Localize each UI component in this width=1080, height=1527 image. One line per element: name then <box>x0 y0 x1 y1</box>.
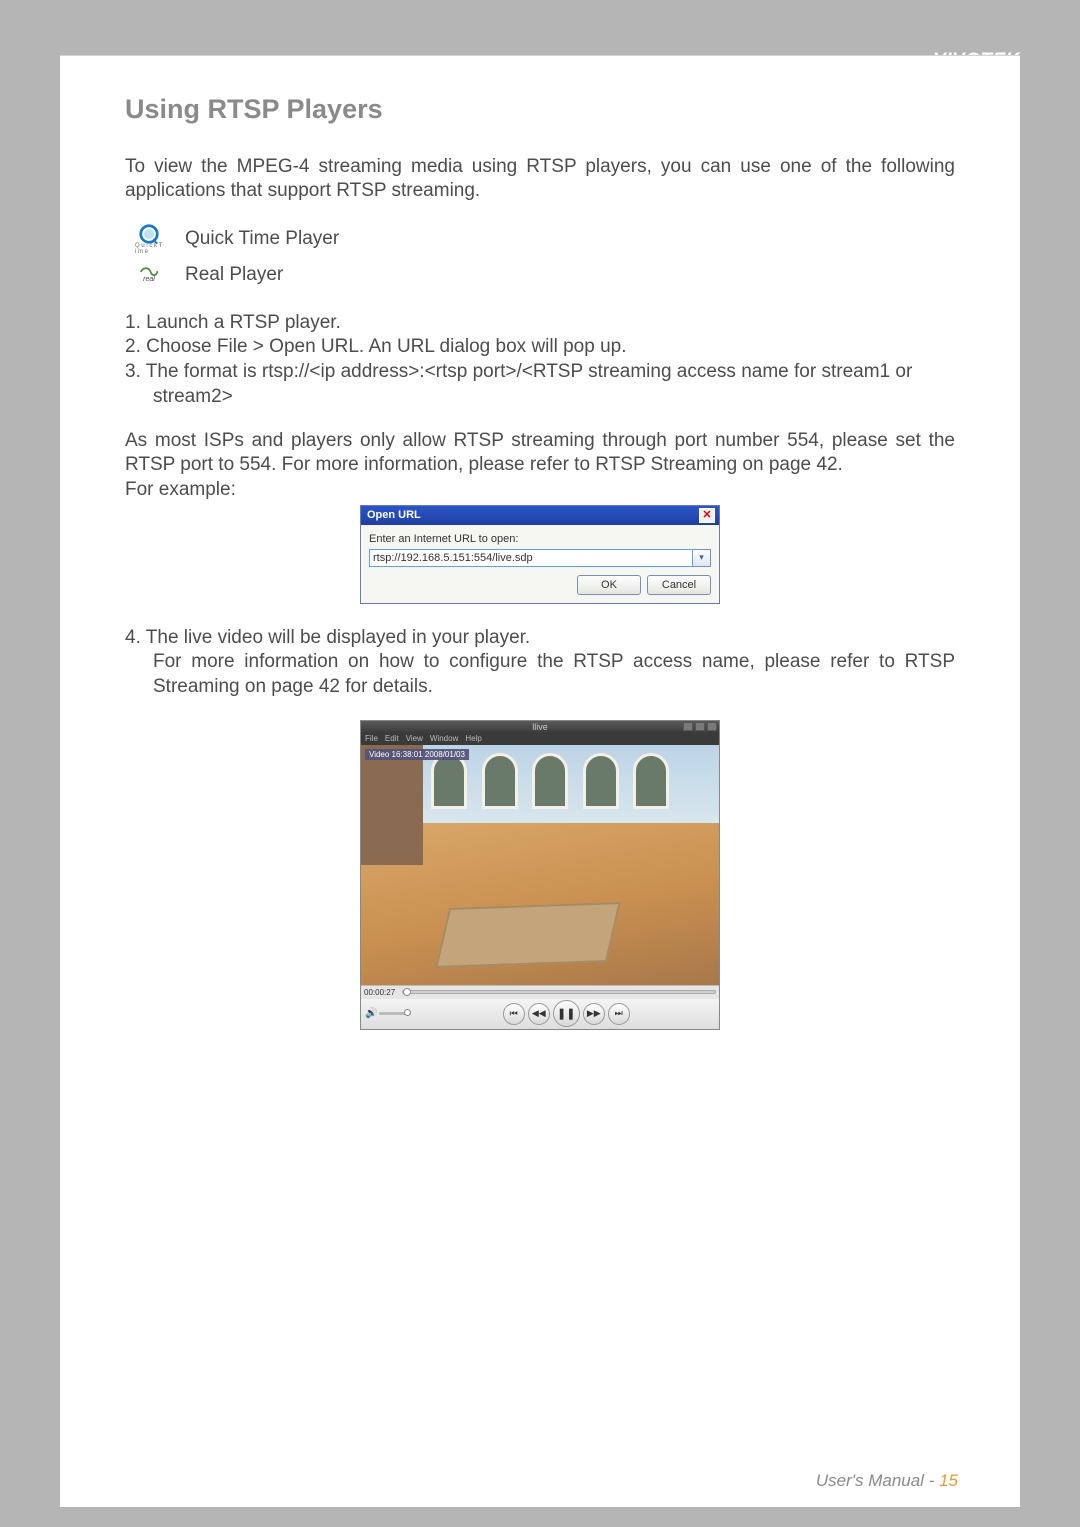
player-rewind-button[interactable]: ◀◀ <box>528 1003 550 1025</box>
app-realplayer-label: Real Player <box>185 264 283 286</box>
skip-back-icon: ⏮ <box>510 1008 518 1019</box>
player-menu-view[interactable]: View <box>406 734 423 743</box>
port-paragraph: As most ISPs and players only allow RTSP… <box>125 429 955 477</box>
open-url-dropdown-button[interactable]: ▾ <box>693 549 711 567</box>
player-menu-help[interactable]: Help <box>465 734 481 743</box>
footer-page-number: 15 <box>939 1471 958 1490</box>
player-menubar: File Edit View Window Help <box>361 733 719 745</box>
steps-list-2: 4. The live video will be displayed in y… <box>125 626 955 700</box>
page-content: Using RTSP Players To view the MPEG-4 st… <box>60 55 1020 1507</box>
page-footer: User's Manual - 15 <box>816 1471 958 1491</box>
open-url-cancel-button[interactable]: Cancel <box>647 575 711 595</box>
open-url-dialog: Open URL ✕ Enter an Internet URL to open… <box>360 505 720 604</box>
player-titlebar: llive <box>361 721 719 733</box>
skip-forward-icon: ⏭ <box>615 1008 623 1019</box>
player-next-button[interactable]: ⏭ <box>608 1003 630 1025</box>
player-window-controls <box>683 722 717 731</box>
player-minimize-button[interactable] <box>683 722 693 731</box>
volume-slider[interactable] <box>379 1012 411 1015</box>
player-menu-window[interactable]: Window <box>430 734 458 743</box>
player-seek-knob[interactable] <box>403 988 411 996</box>
app-realplayer: real Real Player <box>135 257 955 293</box>
quicktime-icon: Q u i c k T i m e <box>135 225 163 253</box>
player-close-button[interactable] <box>707 722 717 731</box>
player-seekbar: 00:00:27 <box>361 985 719 999</box>
for-example-label: For example: <box>125 479 955 501</box>
player-video-area: Video 16:38:01 2008/01/03 <box>361 745 719 985</box>
player-video-overlay: Video 16:38:01 2008/01/03 <box>365 749 469 760</box>
app-list: Q u i c k T i m e Quick Time Player real… <box>135 221 955 293</box>
open-url-prompt: Enter an Internet URL to open: <box>369 533 711 545</box>
player-prev-button[interactable]: ⏮ <box>503 1003 525 1025</box>
page-heading: Using RTSP Players <box>125 94 955 125</box>
player-pause-button[interactable]: ❚❚ <box>553 1000 580 1027</box>
intro-paragraph: To view the MPEG-4 streaming media using… <box>125 155 955 203</box>
chevron-down-icon: ▾ <box>699 552 704 563</box>
quicktime-icon-caption: Q u i c k T i m e <box>135 243 163 255</box>
step-4: 4. The live video will be displayed in y… <box>125 626 955 651</box>
open-url-titlebar: Open URL ✕ <box>361 506 719 525</box>
rewind-icon: ◀◀ <box>532 1008 546 1019</box>
footer-label: User's Manual - <box>816 1471 939 1490</box>
app-quicktime: Q u i c k T i m e Quick Time Player <box>135 221 955 257</box>
open-url-title-text: Open URL <box>367 509 421 521</box>
realplayer-icon-caption: real <box>143 276 155 283</box>
player-title-text: llive <box>532 722 548 732</box>
volume-icon: 🔊 <box>365 1008 377 1019</box>
open-url-input[interactable] <box>369 549 693 567</box>
open-url-close-button[interactable]: ✕ <box>699 508 715 523</box>
player-forward-button[interactable]: ▶▶ <box>583 1003 605 1025</box>
player-controls: 🔊 ⏮ ◀◀ ❚❚ ▶▶ ⏭ <box>361 999 719 1029</box>
close-icon: ✕ <box>702 510 711 521</box>
forward-icon: ▶▶ <box>587 1008 601 1019</box>
player-menu-file[interactable]: File <box>365 734 378 743</box>
player-maximize-button[interactable] <box>695 722 705 731</box>
player-menu-edit[interactable]: Edit <box>385 734 399 743</box>
app-quicktime-label: Quick Time Player <box>185 228 339 250</box>
volume-knob[interactable] <box>404 1009 411 1016</box>
open-url-ok-button[interactable]: OK <box>577 575 641 595</box>
step-2: 2. Choose File > Open URL. An URL dialog… <box>125 335 955 360</box>
steps-list-1: 1. Launch a RTSP player. 2. Choose File … <box>125 311 955 410</box>
step-1: 1. Launch a RTSP player. <box>125 311 955 336</box>
realplayer-icon: real <box>135 261 163 289</box>
step-3: 3. The format is rtsp://<ip address>:<rt… <box>125 360 955 409</box>
pause-icon: ❚❚ <box>557 1007 575 1020</box>
player-window: llive File Edit View Window Help <box>360 720 720 1030</box>
player-seek-track[interactable] <box>402 990 716 994</box>
player-time-label: 00:00:27 <box>364 988 398 997</box>
step-4-detail: For more information on how to configure… <box>125 650 955 699</box>
